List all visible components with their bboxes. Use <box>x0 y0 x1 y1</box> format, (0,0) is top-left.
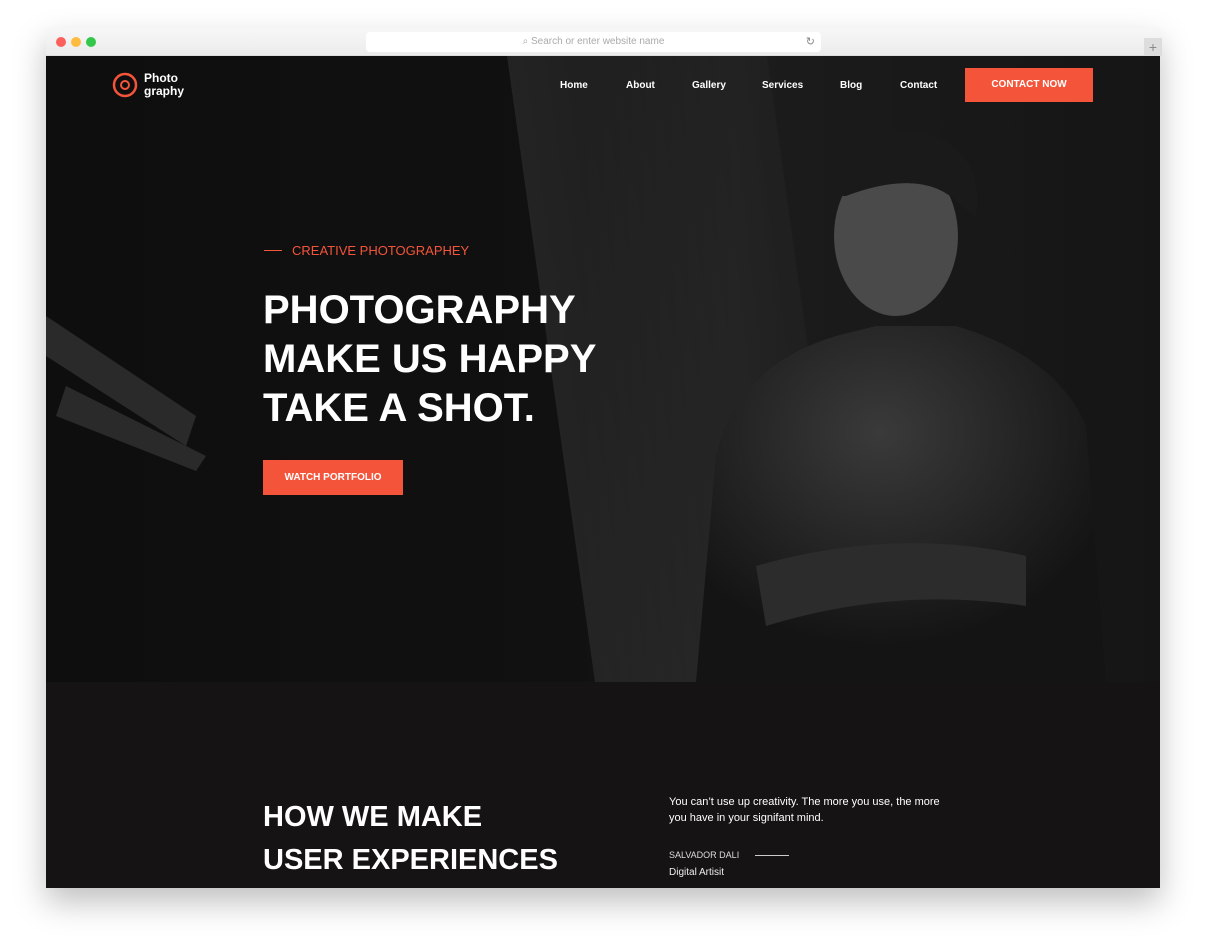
hero-title-line: TAKE A SHOT. <box>263 386 535 430</box>
search-icon: ⌕ <box>522 36 531 47</box>
watch-portfolio-button[interactable]: WATCH PORTFOLIO <box>263 460 403 495</box>
nav-about[interactable]: About <box>626 80 655 91</box>
browser-window: ⌕ Search or enter website name ↻ + Photo g… <box>46 28 1162 888</box>
minimize-window-button[interactable] <box>71 37 81 47</box>
logo-text-line2: graphy <box>144 84 185 98</box>
contact-now-button[interactable]: CONTACT NOW <box>965 68 1093 102</box>
brush-stroke-decoration <box>46 316 206 471</box>
nav-gallery[interactable]: Gallery <box>692 80 726 91</box>
nav-services[interactable]: Services <box>762 80 803 91</box>
hero-title-line: MAKE US HAPPY <box>263 337 597 381</box>
hero-title: PHOTOGRAPHY MAKE US HAPPY TAKE A SHOT. <box>263 286 596 433</box>
camera-aperture-icon <box>112 72 138 98</box>
about-section: HOW WE MAKE USER EXPERIENCES You can’t u… <box>46 682 1160 888</box>
hero-title-line: PHOTOGRAPHY <box>263 288 576 332</box>
close-window-button[interactable] <box>56 37 66 47</box>
quote-text: You can’t use up creativity. The more yo… <box>669 796 940 824</box>
author-name: SALVADOR DALI <box>669 850 740 860</box>
author-role: Digital Artisit <box>669 867 725 878</box>
hero-section: Photo graphy Home About Gallery Services … <box>46 56 1160 682</box>
eyebrow-text: CREATIVE PHOTOGRAPHEY <box>292 243 470 258</box>
eyebrow-line <box>264 250 282 251</box>
nav-home[interactable]: Home <box>560 80 588 91</box>
section-title-line: USER EXPERIENCES <box>263 844 558 876</box>
address-placeholder: Search or enter website name <box>530 36 665 47</box>
section-title: HOW WE MAKE USER EXPERIENCES <box>263 796 558 882</box>
nav-contact[interactable]: Contact <box>900 80 937 91</box>
browser-toolbar: ⌕ Search or enter website name ↻ + <box>46 28 1162 56</box>
author-divider <box>755 854 790 856</box>
hero-eyebrow: CREATIVE PHOTOGRAPHEY <box>264 243 469 258</box>
address-bar[interactable]: ⌕ Search or enter website name ↻ <box>366 32 821 52</box>
maximize-window-button[interactable] <box>86 37 96 47</box>
new-tab-button[interactable]: + <box>1144 38 1162 56</box>
quote-author: SALVADOR DALI <box>669 850 790 860</box>
portrait-photo <box>696 130 1106 682</box>
reload-icon[interactable]: ↻ <box>806 32 815 52</box>
section-title-line: HOW WE MAKE <box>263 801 483 833</box>
logo[interactable]: Photo graphy <box>112 72 184 98</box>
nav-blog[interactable]: Blog <box>840 80 862 91</box>
